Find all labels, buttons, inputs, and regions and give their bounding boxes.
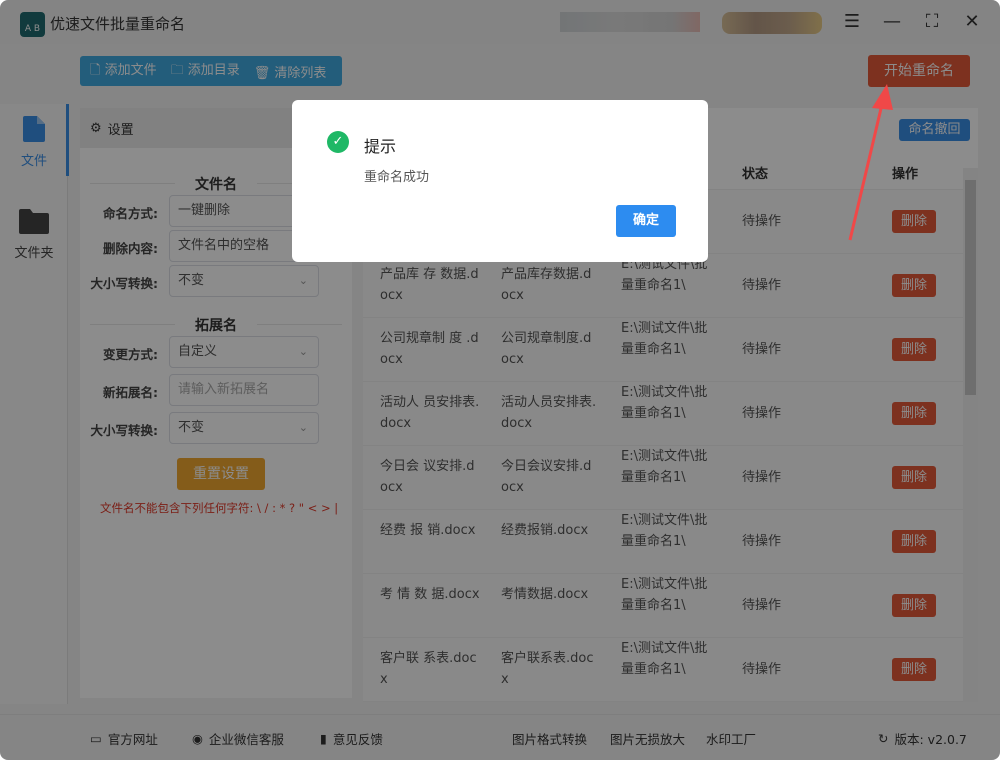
annotation-arrow xyxy=(848,84,893,241)
